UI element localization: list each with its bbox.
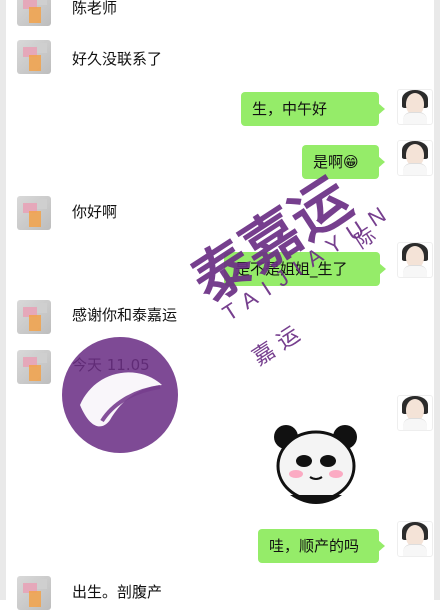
avatar-blur-block xyxy=(29,315,41,331)
message-text: 好久没联系了 xyxy=(72,50,163,68)
avatar-body xyxy=(403,265,427,277)
avatar-blur-block xyxy=(37,353,47,363)
message-text: 陈老师 xyxy=(72,0,118,17)
message-text: 感谢你和泰嘉运 xyxy=(72,306,178,324)
message-text: 你好啊 xyxy=(72,203,118,221)
message-text: 是啊😁 xyxy=(313,153,359,171)
incoming-avatar[interactable] xyxy=(17,0,51,26)
avatar-body xyxy=(403,544,427,556)
avatar-body xyxy=(403,112,427,124)
incoming-avatar[interactable] xyxy=(17,350,51,384)
avatar-blur-block xyxy=(37,579,47,589)
message-text: 出生。剖腹产 xyxy=(72,583,163,601)
screen-edge-right xyxy=(434,0,440,600)
outgoing-avatar[interactable] xyxy=(397,242,433,278)
message-text: 生，中午好 xyxy=(252,100,328,118)
leaf-logo xyxy=(62,337,178,453)
incoming-avatar[interactable] xyxy=(17,576,51,610)
panda-sticker[interactable] xyxy=(268,421,363,511)
outgoing-message-bubble[interactable]: 是啊😁 xyxy=(302,145,385,179)
avatar-blur-block xyxy=(37,43,47,53)
avatar-blur-block xyxy=(29,7,41,23)
outgoing-message-bubble[interactable]: 是不是姐姐_生了 xyxy=(224,252,386,286)
incoming-avatar[interactable] xyxy=(17,40,51,74)
outgoing-avatar[interactable] xyxy=(397,395,433,431)
watermark-small: 嘉 运 xyxy=(248,322,305,371)
screen-edge-left xyxy=(0,0,6,600)
message-text: 今天 11.05 xyxy=(72,356,150,374)
watermark-extra: 际 xyxy=(350,222,381,254)
outgoing-message-bubble[interactable]: 生，中午好 xyxy=(241,92,385,126)
message-text: 哇，顺产的吗 xyxy=(269,537,360,555)
outgoing-avatar[interactable] xyxy=(397,521,433,557)
outgoing-avatar[interactable] xyxy=(397,140,433,176)
incoming-avatar[interactable] xyxy=(17,300,51,334)
avatar-body xyxy=(403,418,427,430)
message-text: 是不是姐姐_生了 xyxy=(235,260,348,278)
outgoing-message-bubble[interactable]: 哇，顺产的吗 xyxy=(258,529,385,563)
avatar-blur-block xyxy=(37,0,47,5)
avatar-blur-block xyxy=(37,199,47,209)
avatar-blur-block xyxy=(29,591,41,607)
avatar-blur-block xyxy=(29,365,41,381)
avatar-blur-block xyxy=(37,303,47,313)
avatar-body xyxy=(403,163,427,175)
avatar-blur-block xyxy=(29,55,41,71)
incoming-avatar[interactable] xyxy=(17,196,51,230)
outgoing-avatar[interactable] xyxy=(397,89,433,125)
avatar-blur-block xyxy=(29,211,41,227)
